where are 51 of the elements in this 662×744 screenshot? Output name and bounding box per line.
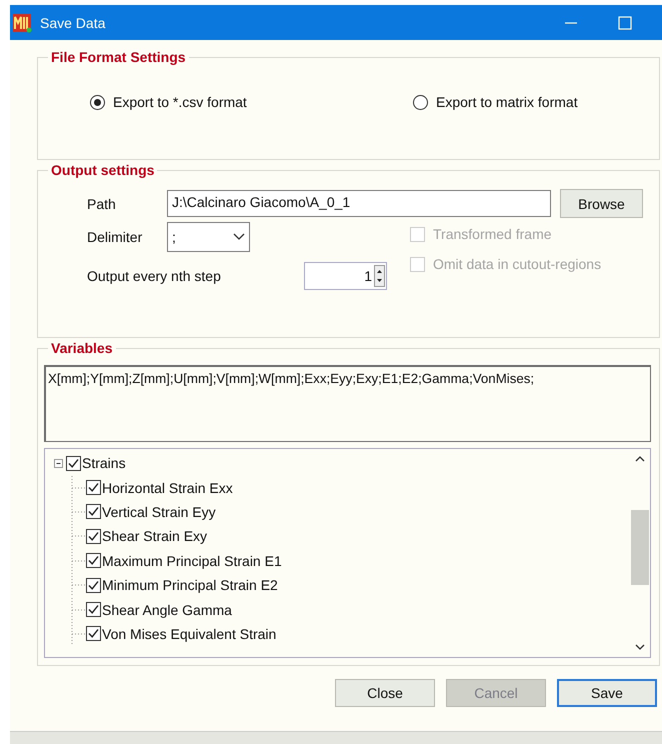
app-logo-icon <box>12 12 32 32</box>
tree-item-label[interactable]: Vertical Strain Eyy <box>102 504 216 520</box>
collapse-icon[interactable] <box>53 457 65 470</box>
window-title: Save Data <box>40 14 106 30</box>
radio-label: Export to matrix format <box>436 94 578 110</box>
tree-checkbox[interactable] <box>86 602 101 618</box>
tree-line <box>71 598 85 622</box>
tree-line <box>71 622 85 646</box>
radio-button[interactable] <box>413 94 428 110</box>
tree-item-label[interactable]: Strains <box>82 455 126 472</box>
group-title: Variables <box>48 340 116 356</box>
tree-item-label[interactable]: Horizontal Strain Exx <box>102 480 233 496</box>
tree-item-label[interactable]: Minimum Principal Strain E2 <box>102 577 278 594</box>
tree-checkbox[interactable] <box>86 578 101 593</box>
variables-text-area[interactable]: X[mm];Y[mm];Z[mm];U[mm];V[mm];W[mm];Exx;Eyy;Exy;E1;E2;Gamma;VonMises; <box>44 365 651 442</box>
maximize-icon[interactable] <box>618 16 632 30</box>
variables-tree[interactable]: Strains Horizontal Strain Exx Vertical Strain Eyy Shear Strain Exy Maximum Principal Strain E1 Minimum Principal Strain E2 Shear Angle Gamma Von Mises Equivalent Strain <box>44 448 651 658</box>
tree-line <box>71 524 85 548</box>
radio-label: Export to *.csv format <box>113 94 247 110</box>
tree-line <box>71 548 85 573</box>
tree-line <box>71 476 85 500</box>
delimiter-dropdown[interactable]: ; <box>167 222 250 252</box>
scroll-down-icon[interactable] <box>635 644 645 651</box>
tree-checkbox[interactable] <box>86 553 101 568</box>
path-label: Path <box>86 196 117 212</box>
step-spinner[interactable]: 1 <box>304 262 387 290</box>
tree-item-label[interactable]: Shear Angle Gamma <box>102 602 232 618</box>
tree-checkbox[interactable] <box>86 480 101 496</box>
tree-checkbox[interactable] <box>86 626 101 642</box>
tree-item-label[interactable]: Maximum Principal Strain E1 <box>102 552 282 569</box>
tree-checkbox[interactable] <box>66 456 81 471</box>
tree-checkbox[interactable] <box>86 528 101 544</box>
delimiter-label: Delimiter <box>86 229 144 245</box>
path-field[interactable]: J:\Calcinaro Giacomo\A_0_1 <box>167 190 551 217</box>
tree-line <box>71 573 85 598</box>
scroll-up-icon[interactable] <box>635 455 645 462</box>
dialog-button[interactable]: Close <box>335 679 435 707</box>
dialog-button[interactable]: Save <box>557 679 657 707</box>
spin-arrows-icon[interactable] <box>374 265 385 287</box>
radio-button[interactable] <box>90 94 105 110</box>
tree-item-label[interactable]: Von Mises Equivalent Strain <box>102 626 276 642</box>
step-label: Output every nth step <box>86 268 222 284</box>
tree-item-label[interactable]: Shear Strain Exy <box>102 528 208 544</box>
tree-line <box>71 500 85 524</box>
browse-button[interactable]: Browse <box>560 189 643 218</box>
chevron-down-icon <box>233 233 245 241</box>
tree-checkbox[interactable] <box>86 504 101 520</box>
group-title: Output settings <box>48 162 158 178</box>
checkbox-label: Omit data in cutout-regions <box>433 256 602 272</box>
checkbox-label: Transformed frame <box>433 226 552 242</box>
group-title: File Format Settings <box>48 49 189 65</box>
